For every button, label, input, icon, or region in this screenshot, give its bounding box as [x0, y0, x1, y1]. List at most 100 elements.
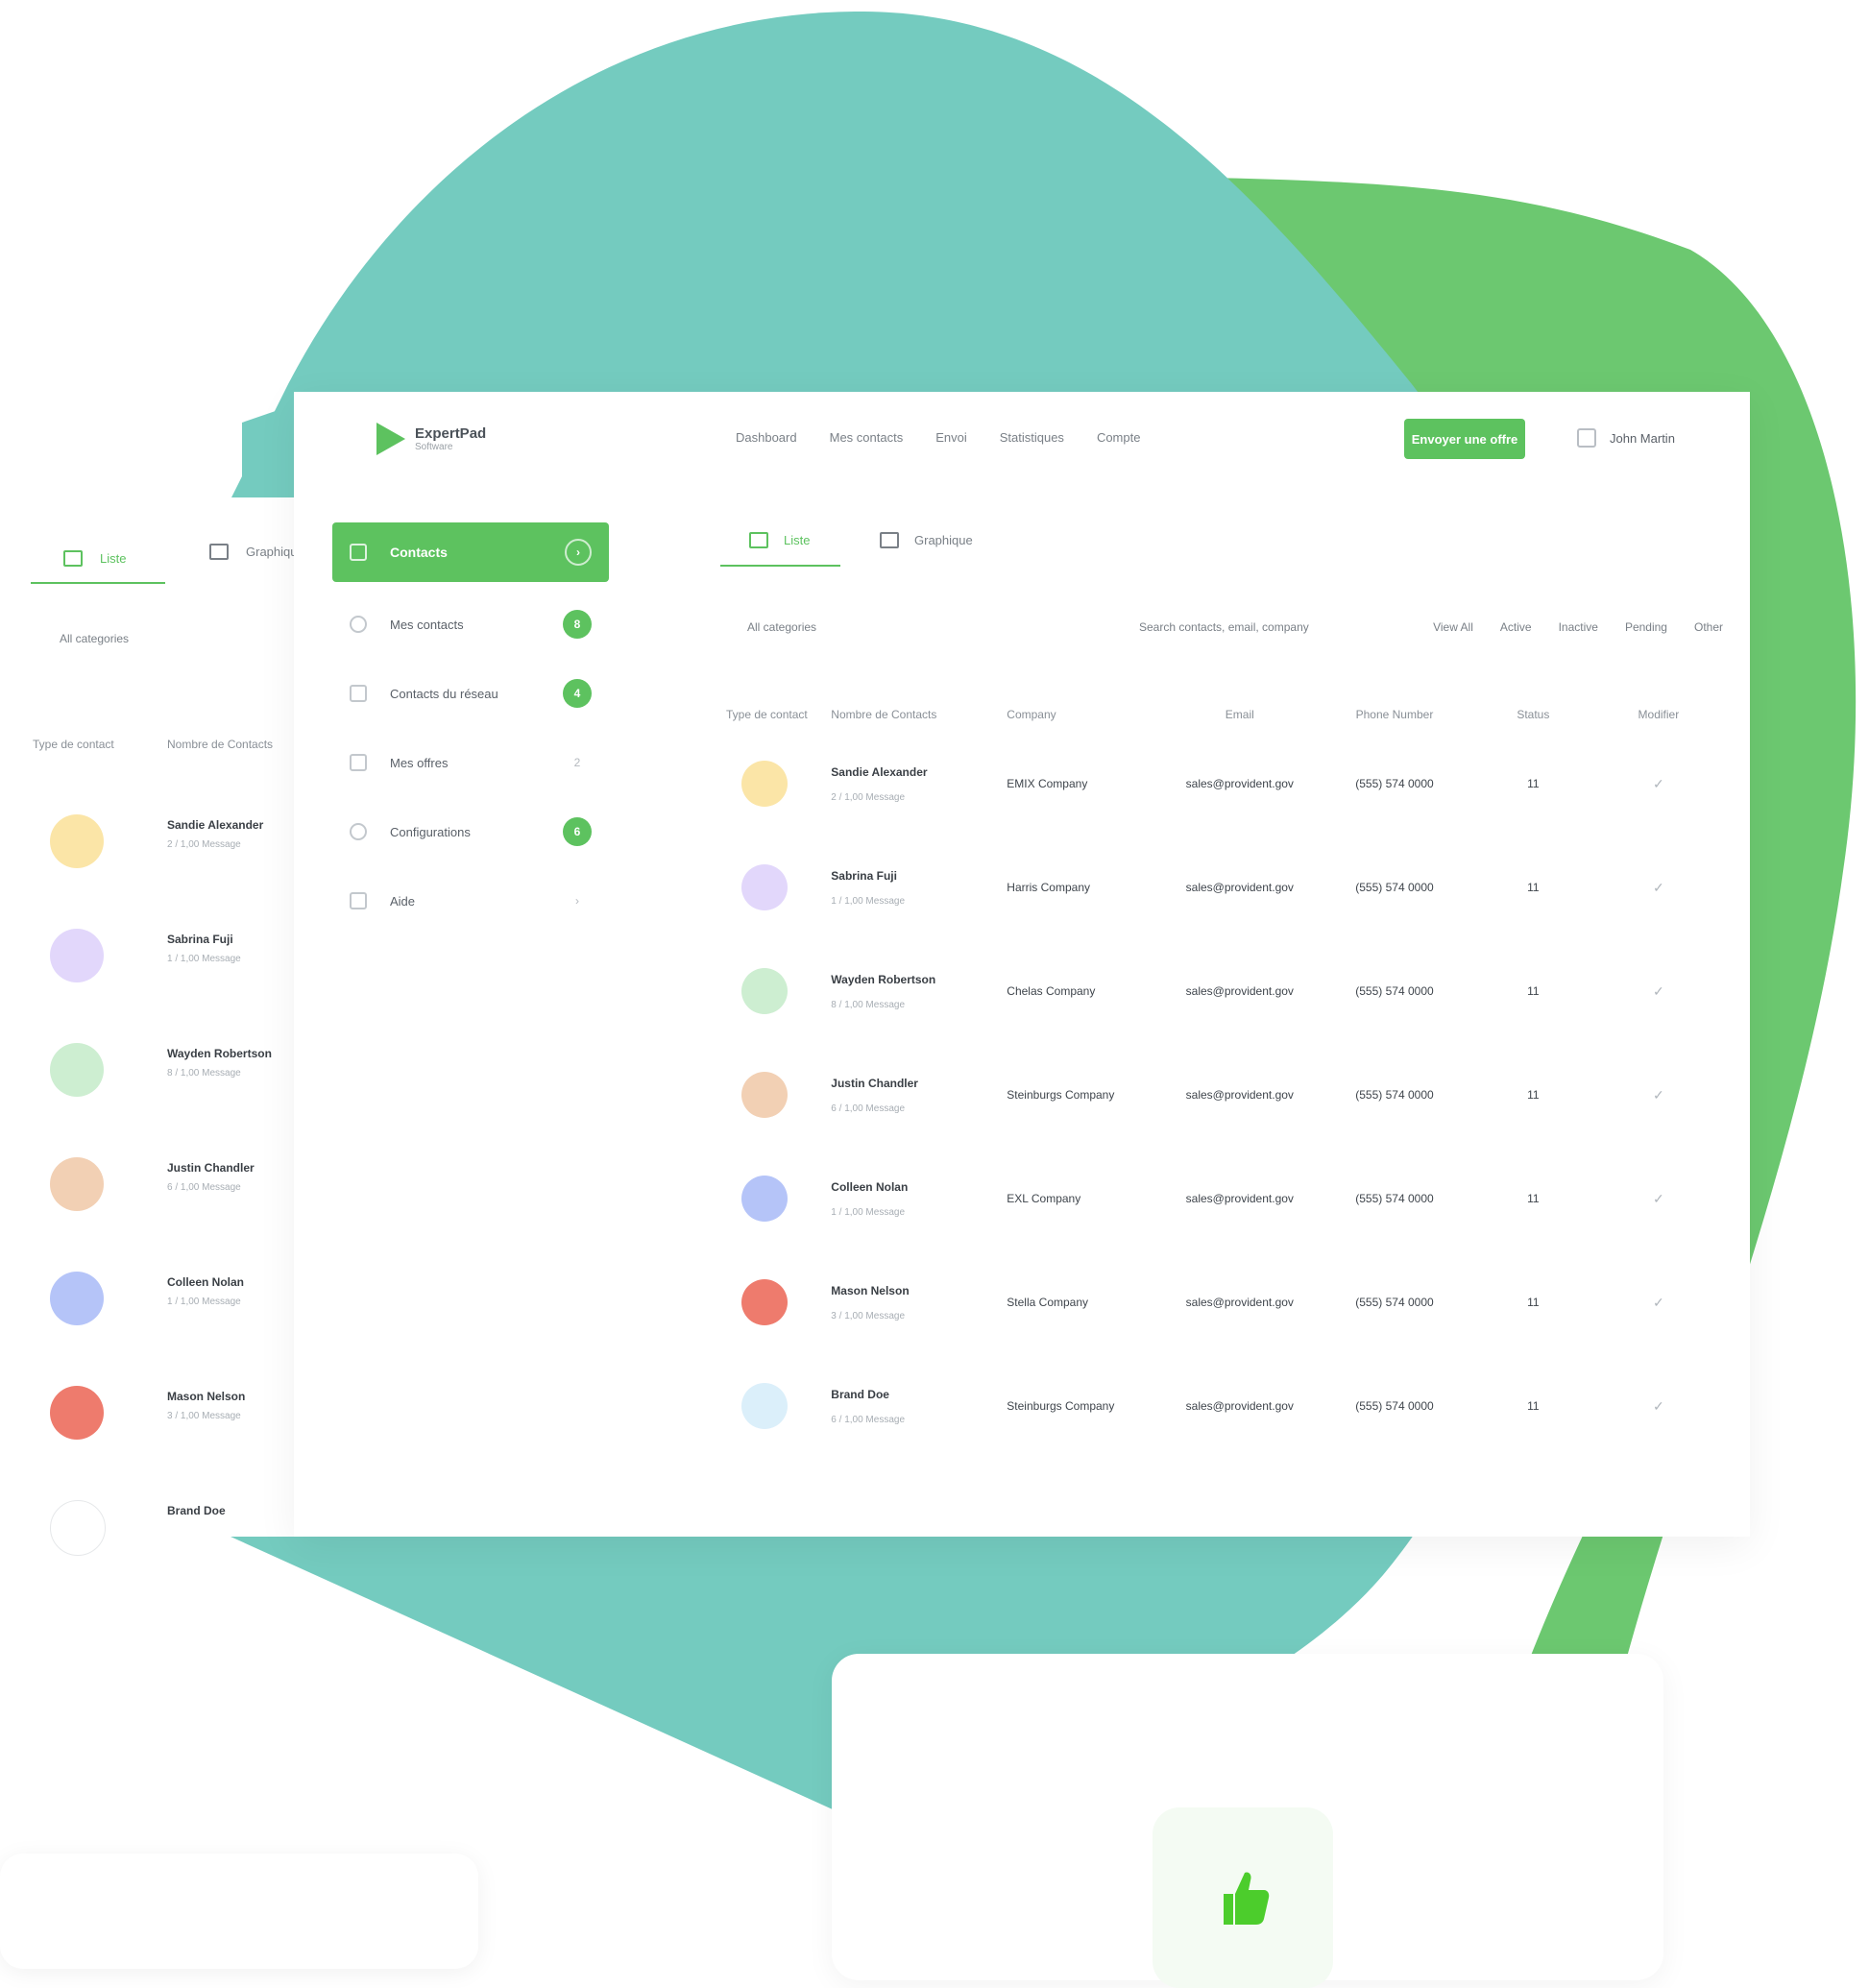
check-icon[interactable]: ✓ [1653, 1087, 1664, 1103]
list-icon [63, 549, 83, 567]
check-icon[interactable]: ✓ [1653, 1295, 1664, 1310]
email-cell[interactable]: sales@provident.gov [1159, 1043, 1321, 1147]
contact-sub: 8 / 1,00 Message [167, 1068, 241, 1079]
company-cell: EXL Company [1007, 1192, 1081, 1205]
nav-stats[interactable]: Statistiques [1000, 430, 1064, 445]
check-icon[interactable]: ✓ [1653, 983, 1664, 999]
send-offer-button[interactable]: Envoyer une offre [1404, 419, 1525, 459]
table-row[interactable]: Wayden Robertson 8 / 1,00 Message Chelas C… [720, 939, 1719, 1043]
edit-cell[interactable]: ✓ [1598, 1250, 1719, 1354]
left-tab-list[interactable]: Liste [31, 534, 165, 584]
email-cell[interactable]: sales@provident.gov [1159, 1147, 1321, 1250]
sidebar-item-help[interactable]: Aide › [332, 880, 609, 922]
email-cell[interactable]: sales@provident.gov [1159, 732, 1321, 836]
name-cell: Brand Doe 6 / 1,00 Message [825, 1354, 1001, 1458]
contact-name[interactable]: Sabrina Fuji [831, 869, 995, 883]
nav-dashboard[interactable]: Dashboard [736, 430, 797, 445]
phone-cell: (555) 574 0000 [1355, 984, 1434, 998]
contact-name: Sabrina Fuji [167, 933, 233, 946]
sidebar-item-network[interactable]: Contacts du réseau 4 [332, 672, 609, 715]
nav-contacts[interactable]: Mes contacts [830, 430, 904, 445]
contact-name[interactable]: Justin Chandler [831, 1077, 995, 1090]
email-cell[interactable]: sales@provident.gov [1159, 1354, 1321, 1458]
contact-sub: 1 / 1,00 Message [831, 1206, 906, 1218]
logo-play-icon [376, 423, 405, 455]
avatar-cell [720, 939, 825, 1043]
list-item[interactable]: Justin Chandler 6 / 1,00 Message [50, 1134, 294, 1230]
edit-cell[interactable]: ✓ [1598, 939, 1719, 1043]
nav-send[interactable]: Envoi [935, 430, 967, 445]
header-email[interactable]: Email [1159, 697, 1321, 732]
header-name[interactable]: Nombre de Contacts [825, 697, 1001, 732]
status-cell: 11 [1527, 777, 1540, 790]
header-phone[interactable]: Phone Number [1321, 697, 1468, 732]
check-icon[interactable]: ✓ [1653, 776, 1664, 791]
contact-name[interactable]: Wayden Robertson [831, 973, 995, 986]
left-header-type: Type de contact [33, 738, 114, 751]
list-item[interactable]: Colleen Nolan 1 / 1,00 Message [50, 1249, 294, 1345]
sidebar-item-settings[interactable]: Configurations 6 [332, 811, 609, 853]
email-cell[interactable]: sales@provident.gov [1159, 836, 1321, 939]
check-icon[interactable]: ✓ [1653, 880, 1664, 895]
phone-cell: (555) 574 0000 [1355, 881, 1434, 894]
check-icon[interactable]: ✓ [1653, 1191, 1664, 1206]
edit-cell[interactable]: ✓ [1598, 1147, 1719, 1250]
list-item[interactable]: Sabrina Fuji 1 / 1,00 Message [50, 906, 294, 1002]
list-item[interactable]: Brand Doe [50, 1477, 294, 1573]
edit-cell[interactable]: ✓ [1598, 1354, 1719, 1458]
tab-list[interactable]: Liste [720, 515, 841, 567]
email-cell[interactable]: sales@provident.gov [1159, 1250, 1321, 1354]
contact-name[interactable]: Brand Doe [831, 1388, 995, 1401]
phone-cell: (555) 574 0000 [1355, 1088, 1434, 1102]
filter-pending[interactable]: Pending [1625, 620, 1667, 634]
sidebar-item-contacts[interactable]: Contacts › [332, 522, 609, 582]
header-company[interactable]: Company [1001, 697, 1158, 732]
list-item[interactable]: Sandie Alexander 2 / 1,00 Message [50, 791, 294, 887]
search-input[interactable]: Search contacts, email, company [1139, 620, 1309, 634]
table-row[interactable]: Sandie Alexander 2 / 1,00 Message EMIX Com… [720, 732, 1719, 836]
sidebar-item-my-contacts[interactable]: Mes contacts 8 [332, 603, 609, 645]
contact-name: Justin Chandler [167, 1161, 255, 1175]
table-row[interactable]: Brand Doe 6 / 1,00 Message Steinburgs Comp… [720, 1354, 1719, 1458]
filter-inactive[interactable]: Inactive [1559, 620, 1598, 634]
left-overflow-panel: Liste Graphique All categories Type de c… [0, 497, 304, 1556]
list-item[interactable]: Mason Nelson 3 / 1,00 Message [50, 1363, 294, 1459]
category-filter[interactable]: All categories [747, 620, 816, 634]
nav-account[interactable]: Compte [1097, 430, 1141, 445]
sidebar-item-offers[interactable]: Mes offres 2 [332, 741, 609, 784]
avatar [50, 1043, 104, 1097]
table-row[interactable]: Colleen Nolan 1 / 1,00 Message EXL Company… [720, 1147, 1719, 1250]
check-icon[interactable]: ✓ [1653, 1398, 1664, 1414]
header-status[interactable]: Status [1468, 697, 1598, 732]
table-row[interactable]: Mason Nelson 3 / 1,00 Message Stella Compa… [720, 1250, 1719, 1354]
avatar [50, 1500, 106, 1556]
avatar-cell [720, 732, 825, 836]
contact-name[interactable]: Mason Nelson [831, 1284, 995, 1297]
edit-cell[interactable]: ✓ [1598, 732, 1719, 836]
logo[interactable]: ExpertPad Software [376, 423, 486, 455]
user-menu[interactable]: John Martin [1577, 428, 1675, 448]
left-tab-chart[interactable]: Graphique [209, 544, 304, 560]
tab-chart[interactable]: Graphique [880, 515, 973, 565]
email-cell[interactable]: sales@provident.gov [1159, 939, 1321, 1043]
header-type[interactable]: Type de contact [720, 697, 825, 732]
table-row[interactable]: Sabrina Fuji 1 / 1,00 Message Harris Compa… [720, 836, 1719, 939]
header-edit[interactable]: Modifier [1598, 697, 1719, 732]
left-filter[interactable]: All categories [60, 632, 129, 645]
contact-name[interactable]: Sandie Alexander [831, 765, 995, 779]
avatar [741, 1072, 788, 1118]
edit-cell[interactable]: ✓ [1598, 836, 1719, 939]
filter-view-all[interactable]: View All [1433, 620, 1473, 634]
avatar [50, 1386, 104, 1440]
contact-sub: 6 / 1,00 Message [831, 1103, 906, 1114]
filter-other[interactable]: Other [1694, 620, 1723, 634]
count-badge: 4 [563, 679, 592, 708]
avatar [50, 1157, 104, 1211]
top-bar: ExpertPad Software Dashboard Mes contact… [294, 392, 1750, 484]
contact-name[interactable]: Colleen Nolan [831, 1180, 995, 1194]
filter-active[interactable]: Active [1500, 620, 1532, 634]
list-item[interactable]: Wayden Robertson 8 / 1,00 Message [50, 1020, 294, 1116]
avatar [50, 814, 104, 868]
edit-cell[interactable]: ✓ [1598, 1043, 1719, 1147]
table-row[interactable]: Justin Chandler 6 / 1,00 Message Steinburg… [720, 1043, 1719, 1147]
